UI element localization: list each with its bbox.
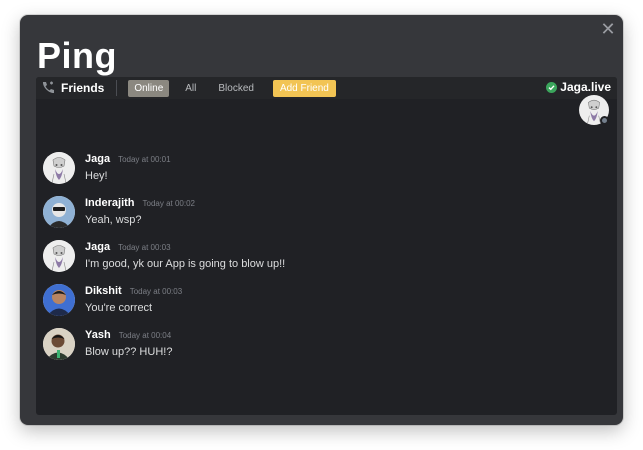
- avatar-sketch-icon: [43, 152, 75, 184]
- avatar-photo-icon: [43, 196, 75, 228]
- message-list: Jaga Today at 00:01 Hey! Inderajith Toda…: [36, 152, 617, 372]
- avatar-photo-icon: [43, 284, 75, 316]
- message-timestamp: Today at 00:03: [129, 287, 183, 296]
- message-text: Hey!: [85, 170, 108, 182]
- message-item: Inderajith Today at 00:02 Yeah, wsp?: [36, 196, 617, 240]
- message-text: Yeah, wsp?: [85, 214, 142, 226]
- user-status[interactable]: Jaga.live: [546, 80, 611, 94]
- phone-icon: [42, 81, 54, 94]
- message-timestamp: Today at 00:01: [118, 155, 171, 164]
- app-window: ✕ Ping Friends Online All Blocked Add Fr…: [20, 15, 623, 425]
- message-item: Dikshit Today at 00:03 You're correct: [36, 284, 617, 328]
- message-text: I'm good, yk our App is going to blow up…: [85, 258, 286, 270]
- current-user-avatar[interactable]: [579, 95, 609, 125]
- message-item: Jaga Today at 00:03 I'm good, yk our App…: [36, 240, 617, 284]
- avatar[interactable]: [43, 196, 75, 228]
- friends-topbar: Friends Online All Blocked Add Friend Ja…: [36, 77, 617, 99]
- user-status-name: Jaga.live: [560, 80, 611, 94]
- tab-online[interactable]: Online: [128, 79, 170, 97]
- message-author[interactable]: Yash: [85, 329, 111, 341]
- online-check-icon: [546, 81, 558, 93]
- presence-indicator: [600, 116, 609, 125]
- chat-panel: Friends Online All Blocked Add Friend Ja…: [36, 77, 617, 415]
- add-friend-button[interactable]: Add Friend: [272, 79, 336, 97]
- avatar-sketch-icon: [43, 240, 75, 272]
- message-author[interactable]: Jaga: [85, 153, 110, 165]
- avatar[interactable]: [43, 328, 75, 360]
- avatar[interactable]: [43, 284, 75, 316]
- message-item: Jaga Today at 00:01 Hey!: [36, 152, 617, 196]
- message-timestamp: Today at 00:03: [118, 243, 171, 252]
- message-timestamp: Today at 00:04: [118, 331, 172, 340]
- message-timestamp: Today at 00:02: [142, 199, 195, 208]
- message-author[interactable]: Dikshit: [85, 285, 122, 297]
- message-text: You're correct: [85, 302, 153, 314]
- friends-label: Friends: [61, 81, 105, 95]
- avatar-photo-icon: [43, 328, 75, 360]
- avatar[interactable]: [43, 152, 75, 184]
- avatar[interactable]: [43, 240, 75, 272]
- app-title: Ping: [37, 35, 117, 76]
- message-author[interactable]: Inderajith: [85, 197, 135, 209]
- close-icon[interactable]: ✕: [599, 20, 617, 38]
- tab-all[interactable]: All: [179, 80, 202, 97]
- message-text: Blow up?? HUH!?: [85, 346, 173, 358]
- message-item: Yash Today at 00:04 Blow up?? HUH!?: [36, 328, 617, 372]
- message-author[interactable]: Jaga: [85, 241, 110, 253]
- topbar-divider: [116, 80, 118, 96]
- tab-blocked[interactable]: Blocked: [212, 80, 260, 97]
